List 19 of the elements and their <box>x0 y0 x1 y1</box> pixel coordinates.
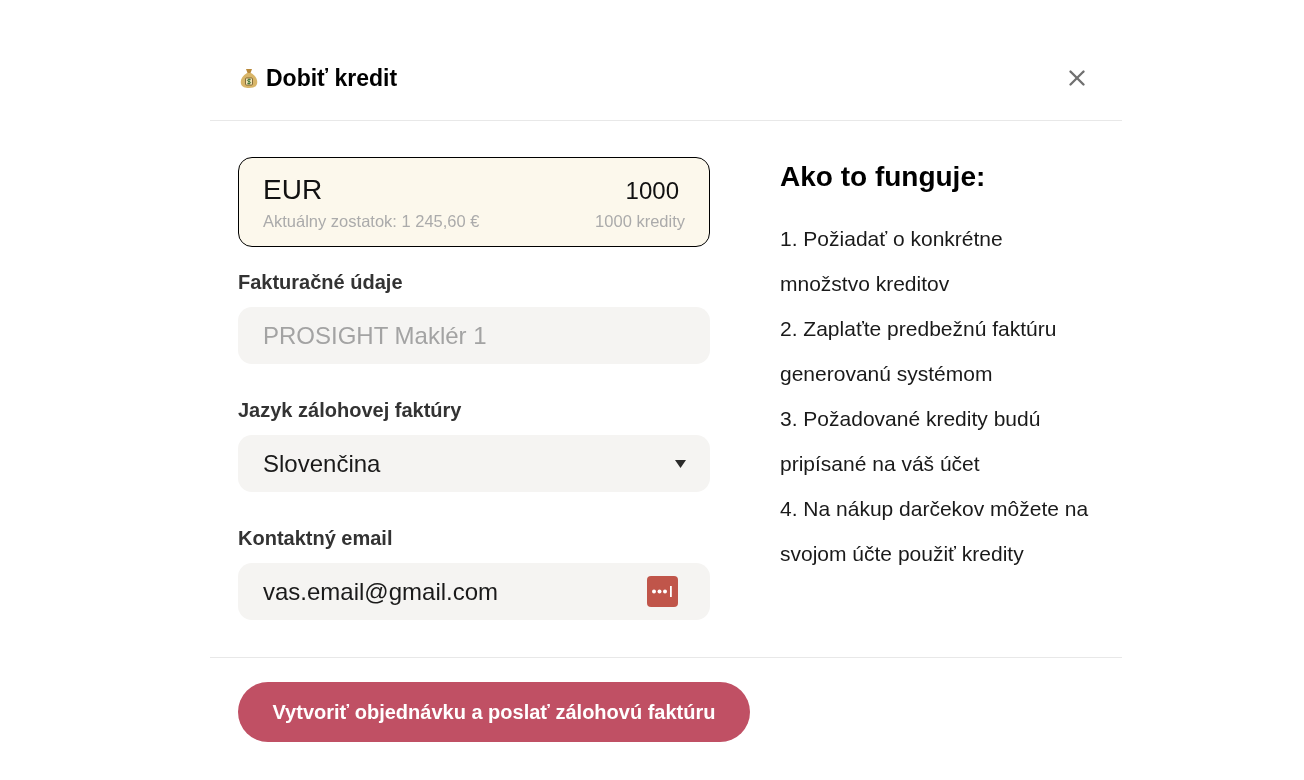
caret-icon <box>675 459 686 468</box>
dialog-title: Dobiť kredit <box>266 63 398 93</box>
step-text: 4. Na nákup darčekov môžete na svojom účte použiť kredity <box>780 496 1090 567</box>
language-select[interactable]: Slovenčina <box>238 435 710 492</box>
balance-text: Aktuálny zostatok: 1 245,60 € <box>263 211 480 231</box>
step-text: 3. Požadované kredity budú pripísané na váš účet <box>780 406 1042 477</box>
step-text: 2. Zaplaťte predbežnú faktúru generovanú systémom <box>780 316 1058 387</box>
submit-button[interactable]: Vytvoriť objednávku a poslať zálohovú faktúru <box>238 682 750 742</box>
credits-text: 1000 kredity <box>595 211 685 231</box>
field-label: Kontaktný email <box>238 526 394 550</box>
field-label: Fakturačné údaje <box>238 270 404 294</box>
money-bag-icon <box>240 68 258 88</box>
step-text: 1. Požiadať o konkrétne množstvo kreditov <box>780 226 1004 297</box>
how-it-works-title: Ako to funguje: <box>780 160 987 194</box>
email-field[interactable]: vas.email@gmail.com <box>238 563 710 620</box>
currency-label: EUR <box>263 174 323 206</box>
password-dots-icon[interactable] <box>647 576 678 607</box>
amount-input[interactable]: 1000 <box>575 176 685 206</box>
field-label: Jazyk zálohovej faktúry <box>238 398 463 422</box>
